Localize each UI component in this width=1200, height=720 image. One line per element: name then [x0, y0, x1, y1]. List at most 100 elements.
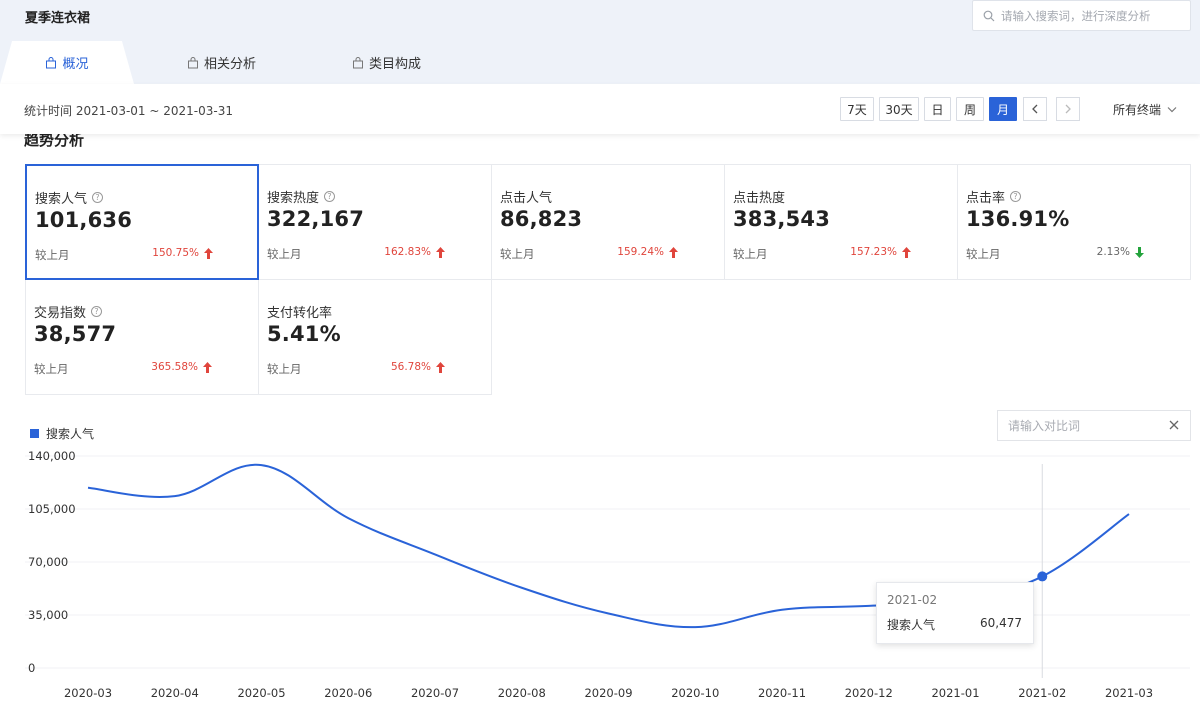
previous-period-button[interactable] — [1023, 97, 1047, 121]
metric-change-value: 2.13% — [1096, 246, 1130, 258]
metric-compare-label: 较上月 — [733, 247, 768, 261]
metric-card-click-rate[interactable]: 点击率? 136.91% 较上月 2.13% — [957, 164, 1191, 280]
metric-name-wrap: 点击热度 — [733, 187, 785, 206]
metric-change: 150.75% — [123, 247, 213, 259]
x-tick-label: 2020-03 — [64, 686, 112, 700]
metric-card-click-popularity[interactable]: 点击人气 86,823 较上月 159.24% — [491, 164, 725, 280]
metric-name: 点击人气 — [500, 191, 553, 206]
x-tick-label: 2020-09 — [584, 686, 632, 700]
tab-bar: 概况 相关分析 类目构成 — [0, 41, 600, 84]
arrow-up-icon — [436, 361, 445, 373]
arrow-down-icon — [1135, 246, 1144, 258]
search-box[interactable] — [972, 0, 1191, 31]
metric-card-click-heat[interactable]: 点击热度 383,543 较上月 157.23% — [724, 164, 958, 280]
tab-overview[interactable]: 概况 — [0, 41, 134, 84]
metric-value: 136.91% — [966, 207, 1070, 231]
metric-value: 383,543 — [733, 207, 831, 231]
x-tick-label: 2020-04 — [151, 686, 199, 700]
metric-compare-label: 较上月 — [34, 362, 69, 376]
metric-name: 点击热度 — [733, 191, 786, 206]
date-filter-bar: 统计时间 2021-03-01 ~ 2021-03-31 7天 30天 日 周 … — [0, 84, 1200, 134]
tab-label: 概况 — [62, 57, 89, 72]
x-tick-label: 2020-11 — [758, 686, 806, 700]
arrow-up-icon — [204, 247, 213, 259]
y-tick-label: 105,000 — [28, 502, 76, 516]
chevron-left-icon — [1032, 104, 1038, 114]
tab-category-composition[interactable]: 类目构成 — [352, 41, 421, 84]
metric-compare-label: 较上月 — [35, 248, 70, 262]
arrow-up-icon — [669, 246, 678, 258]
metric-change: 159.24% — [588, 246, 678, 258]
metric-compare-label: 较上月 — [267, 362, 302, 376]
metric-change-value: 56.78% — [390, 361, 431, 373]
tooltip-series-name: 搜索人气 — [887, 618, 936, 632]
metric-compare-label: 较上月 — [966, 247, 1001, 261]
range-day-button[interactable]: 日 — [924, 97, 951, 121]
metric-name-wrap: 搜索人气? — [35, 188, 104, 207]
compare-word-input[interactable] — [1008, 418, 1158, 433]
metric-name: 支付转化率 — [267, 306, 333, 321]
bag-icon — [188, 56, 198, 68]
metric-name: 交易指数 — [34, 306, 87, 321]
metric-compare-label: 较上月 — [500, 247, 535, 261]
data-point[interactable] — [1037, 571, 1048, 582]
metric-change: 56.78% — [355, 361, 445, 373]
next-period-button[interactable] — [1056, 97, 1080, 121]
y-tick-label: 140,000 — [28, 449, 76, 463]
help-icon[interactable]: ? — [91, 306, 103, 317]
help-icon[interactable]: ? — [324, 191, 336, 202]
range-30-days-button[interactable]: 30天 — [879, 97, 919, 121]
metric-value: 322,167 — [267, 207, 365, 231]
stat-time-range: 统计时间 2021-03-01 ~ 2021-03-31 — [24, 104, 233, 118]
search-input[interactable] — [1001, 8, 1181, 23]
x-tick-label: 2020-10 — [671, 686, 719, 700]
x-tick-label: 2021-03 — [1105, 686, 1153, 700]
x-tick-label: 2020-12 — [845, 686, 893, 700]
metric-name-wrap: 交易指数? — [34, 302, 103, 321]
metric-change-value: 157.23% — [850, 246, 897, 258]
metric-name-wrap: 搜索热度? — [267, 187, 336, 206]
arrow-up-icon — [902, 246, 911, 258]
help-icon[interactable]: ? — [92, 192, 104, 203]
trend-line-chart[interactable]: 140,000 105,000 70,000 35,000 0 2020-03 2020-0… — [0, 440, 1200, 720]
metric-name: 搜索人气 — [35, 192, 88, 207]
metric-change-value: 150.75% — [152, 247, 199, 259]
metric-change: 162.83% — [355, 246, 445, 258]
metric-card-search-popularity[interactable]: 搜索人气? 101,636 较上月 150.75% — [25, 164, 259, 280]
tab-related-analysis[interactable]: 相关分析 — [187, 41, 256, 84]
metric-card-search-heat[interactable]: 搜索热度? 322,167 较上月 162.83% — [258, 164, 492, 280]
metric-value: 38,577 — [34, 322, 117, 346]
x-tick-label: 2021-01 — [931, 686, 979, 700]
header-band: 夏季连衣裙 概况 相关分析 类目构成 — [0, 0, 1200, 84]
metric-change-value: 159.24% — [617, 246, 664, 258]
metric-value: 101,636 — [35, 208, 133, 232]
x-tick-label: 2020-08 — [498, 686, 546, 700]
metric-name: 搜索热度 — [267, 191, 320, 206]
x-tick-label: 2020-06 — [324, 686, 372, 700]
terminal-select[interactable]: 所有终端 — [1113, 101, 1177, 118]
range-7-days-button[interactable]: 7天 — [840, 97, 874, 121]
metric-change: 365.58% — [122, 361, 212, 373]
arrow-up-icon — [203, 361, 212, 373]
y-tick-label: 35,000 — [28, 608, 68, 622]
metric-card-trade-index[interactable]: 交易指数? 38,577 较上月 365.58% — [25, 279, 259, 395]
metric-compare-label: 较上月 — [267, 247, 302, 261]
page-title: 夏季连衣裙 — [25, 11, 91, 26]
close-icon[interactable] — [1168, 419, 1180, 431]
bag-icon — [353, 56, 363, 68]
bag-icon — [46, 56, 57, 68]
metric-name: 点击率 — [966, 191, 1006, 206]
chevron-down-icon — [1167, 107, 1177, 113]
help-icon[interactable]: ? — [1010, 191, 1022, 202]
metric-value: 86,823 — [500, 207, 583, 231]
range-month-button[interactable]: 月 — [989, 97, 1017, 121]
range-week-button[interactable]: 周 — [956, 97, 984, 121]
compare-word-box[interactable] — [997, 410, 1191, 441]
metric-name-wrap: 支付转化率 — [267, 302, 332, 321]
x-tick-label: 2020-05 — [237, 686, 285, 700]
tooltip-date: 2021-02 — [887, 593, 938, 607]
search-icon — [983, 10, 995, 21]
metric-change-value: 365.58% — [151, 361, 198, 373]
legend-swatch — [30, 429, 39, 438]
metric-card-payment-conversion[interactable]: 支付转化率 5.41% 较上月 56.78% — [258, 279, 492, 395]
